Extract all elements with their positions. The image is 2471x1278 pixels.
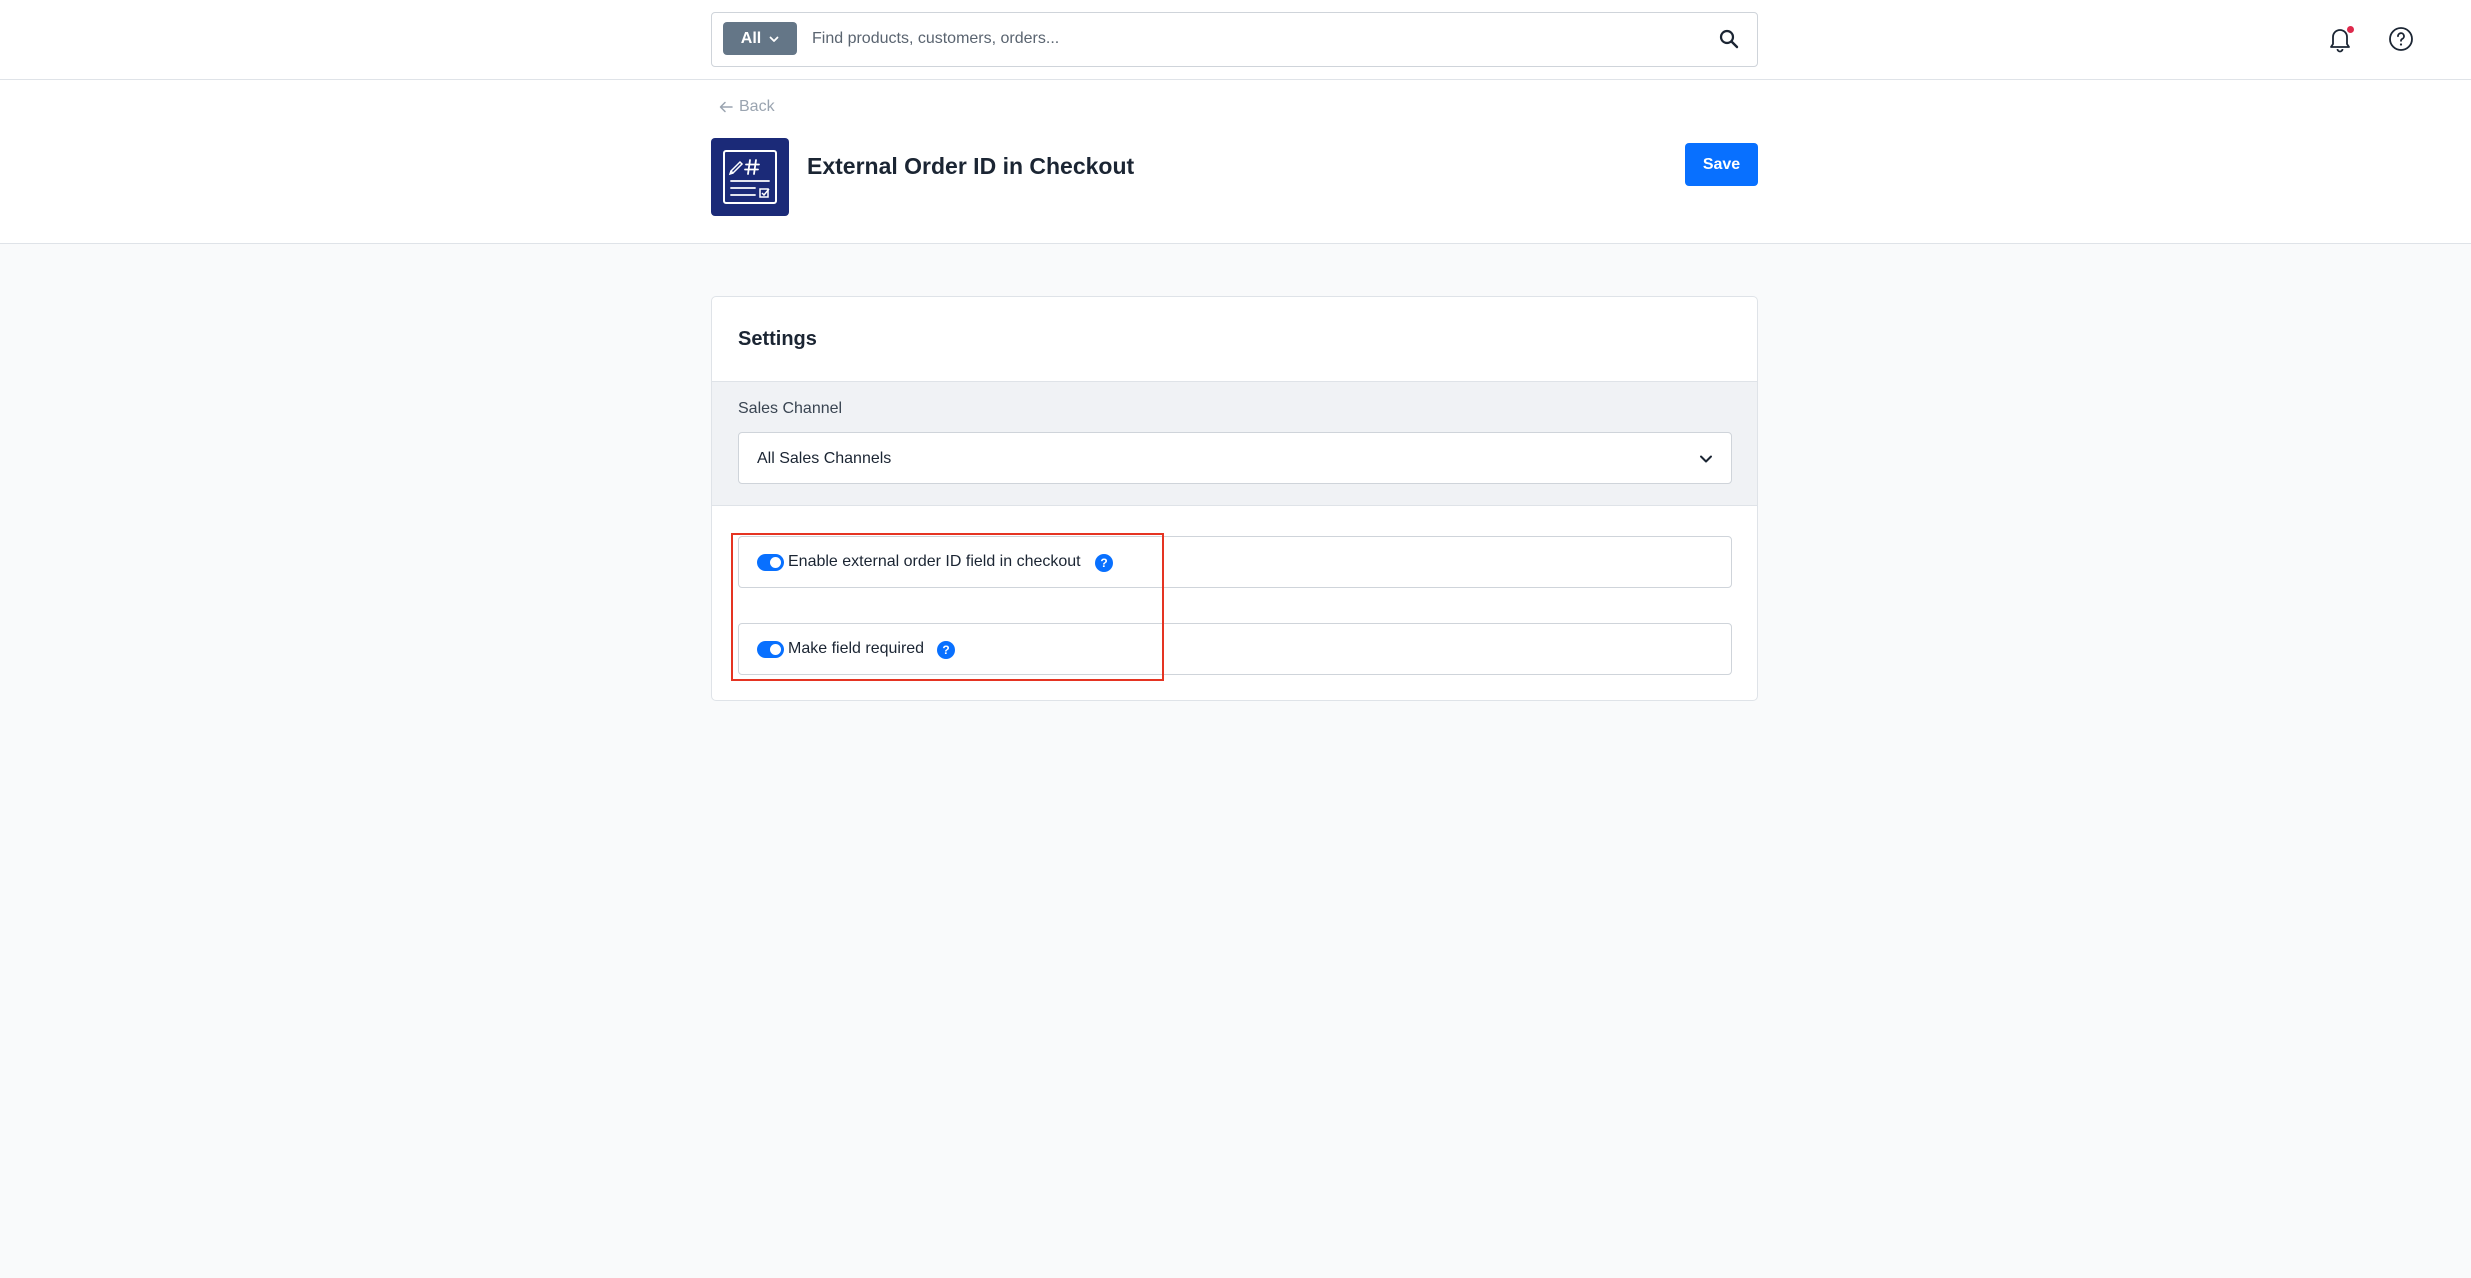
global-search: All bbox=[711, 12, 1758, 67]
sales-channel-select[interactable]: All Sales Channels bbox=[738, 432, 1732, 484]
arrow-left-icon bbox=[719, 101, 733, 113]
toggle-label: Enable external order ID field in checko… bbox=[788, 553, 1081, 570]
chevron-down-icon bbox=[1700, 455, 1712, 463]
make-field-required-row: Make field required ? bbox=[738, 623, 1732, 675]
chevron-down-icon bbox=[769, 36, 779, 42]
back-link[interactable]: Back bbox=[719, 98, 775, 116]
search-filter-dropdown[interactable]: All bbox=[723, 22, 797, 55]
back-label: Back bbox=[739, 98, 775, 115]
info-icon[interactable]: ? bbox=[1095, 554, 1113, 572]
notification-dot bbox=[2347, 26, 2354, 33]
save-button[interactable]: Save bbox=[1685, 143, 1758, 186]
help-circle-icon[interactable] bbox=[2388, 26, 2414, 52]
card-title: Settings bbox=[738, 328, 817, 350]
search-input[interactable] bbox=[812, 21, 1672, 57]
top-bar: All bbox=[0, 0, 2471, 80]
enable-external-order-id-row: Enable external order ID field in checko… bbox=[738, 536, 1732, 588]
page-title: External Order ID in Checkout bbox=[807, 153, 1135, 179]
enable-external-order-id-toggle[interactable] bbox=[757, 554, 784, 571]
sales-channel-section: Sales Channel All Sales Channels bbox=[712, 381, 1757, 506]
toggle-label: Make field required bbox=[788, 640, 925, 657]
search-icon[interactable] bbox=[1717, 27, 1741, 51]
sales-channel-label: Sales Channel bbox=[738, 400, 843, 417]
sales-channel-value: All Sales Channels bbox=[757, 450, 892, 467]
info-icon[interactable]: ? bbox=[937, 641, 955, 659]
app-order-id-icon bbox=[711, 138, 789, 216]
page-header bbox=[0, 80, 2471, 244]
settings-card: Settings Sales Channel All Sales Channel… bbox=[711, 296, 1758, 701]
make-field-required-toggle[interactable] bbox=[757, 641, 784, 658]
search-filter-label: All bbox=[740, 29, 762, 47]
